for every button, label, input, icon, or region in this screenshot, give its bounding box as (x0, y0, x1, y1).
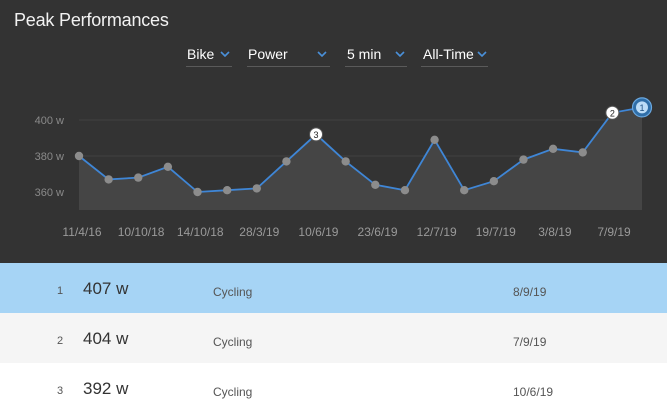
data-point (282, 157, 291, 166)
peak-power-line-chart: 360 w 380 w 400 w 1 2 3 11/4/16 10/10/18 14/10/1… (35, 97, 653, 239)
table-row[interactable]: 1 407 w Cycling 8/9/19 (0, 263, 667, 313)
row-value-unit: w (116, 379, 129, 398)
rank-marker-label: 2 (610, 108, 615, 118)
metric-dropdown[interactable]: Power (247, 43, 330, 67)
row-value-number: 392 (83, 379, 112, 398)
metric-dropdown-label: Power (248, 46, 288, 62)
rank-marker: 2 (605, 105, 620, 120)
x-tick-label: 23/6/19 (358, 225, 398, 239)
x-tick-label: 7/9/19 (597, 225, 631, 239)
rank-marker-label: 3 (314, 130, 319, 140)
row-date: 10/6/19 (513, 385, 554, 399)
area-fill (79, 107, 642, 210)
row-value-unit: w (116, 279, 129, 298)
x-tick-label: 10/10/18 (118, 225, 165, 239)
row-value: 392 w (83, 379, 128, 399)
rank-marker-label: 1 (639, 103, 644, 113)
row-value: 404 w (83, 329, 128, 349)
data-point (341, 157, 350, 166)
peak-performances-table: 1 407 w Cycling 8/9/19 2 404 w Cycling 7… (0, 263, 667, 413)
row-value-number: 404 (83, 329, 112, 348)
row-value: 407 w (83, 279, 128, 299)
data-point (222, 186, 232, 195)
duration-dropdown-label: 5 min (347, 46, 382, 62)
data-point (163, 162, 173, 171)
peak-performances-panel: Peak Performances Bike Power 5 min All-T… (0, 0, 667, 263)
chevron-down-icon (395, 51, 405, 57)
x-tick-label: 28/3/19 (239, 225, 279, 239)
data-point (548, 144, 558, 153)
data-point (519, 155, 528, 164)
x-tick-label: 14/10/18 (177, 225, 224, 239)
x-tick-label: 12/7/19 (417, 225, 457, 239)
row-rank: 3 (57, 385, 64, 397)
data-point (134, 173, 143, 182)
y-tick-label: 380 w (35, 151, 64, 163)
x-tick-label: 19/7/19 (476, 225, 516, 239)
data-point (371, 180, 380, 189)
row-activity: Cycling (213, 335, 253, 349)
chevron-down-icon (477, 51, 487, 57)
row-date: 7/9/19 (513, 335, 547, 349)
range-dropdown-label: All-Time (423, 46, 474, 62)
chevron-down-icon (220, 51, 230, 57)
duration-dropdown[interactable]: 5 min (345, 43, 407, 67)
rank-marker: 1 (631, 97, 653, 118)
data-point (430, 135, 439, 144)
row-value-unit: w (116, 329, 129, 348)
row-value-number: 407 (83, 279, 112, 298)
chevron-down-icon (317, 51, 327, 57)
page-title: Peak Performances (14, 10, 169, 30)
table-row[interactable]: 3 392 w Cycling 10/6/19 (0, 363, 667, 413)
data-point (578, 148, 587, 157)
data-point (400, 186, 410, 195)
row-activity: Cycling (213, 385, 253, 399)
sport-dropdown[interactable]: Bike (186, 43, 232, 67)
y-tick-label: 360 w (35, 187, 64, 199)
row-rank: 1 (57, 285, 64, 297)
x-tick-label: 10/6/19 (298, 225, 338, 239)
row-activity: Cycling (213, 285, 253, 299)
data-point (460, 186, 469, 195)
data-point (74, 151, 84, 161)
data-point (252, 184, 261, 193)
range-dropdown[interactable]: All-Time (421, 43, 488, 67)
sport-dropdown-label: Bike (187, 46, 215, 62)
y-tick-label: 400 w (35, 115, 64, 127)
row-rank: 2 (57, 335, 64, 347)
data-point (489, 177, 499, 186)
x-tick-label: 3/8/19 (538, 225, 572, 239)
data-point (193, 187, 202, 197)
data-point (104, 175, 113, 184)
rank-marker: 3 (309, 127, 324, 142)
row-date: 8/9/19 (513, 285, 547, 299)
table-row[interactable]: 2 404 w Cycling 7/9/19 (0, 313, 667, 363)
x-tick-label: 11/4/16 (62, 225, 101, 239)
